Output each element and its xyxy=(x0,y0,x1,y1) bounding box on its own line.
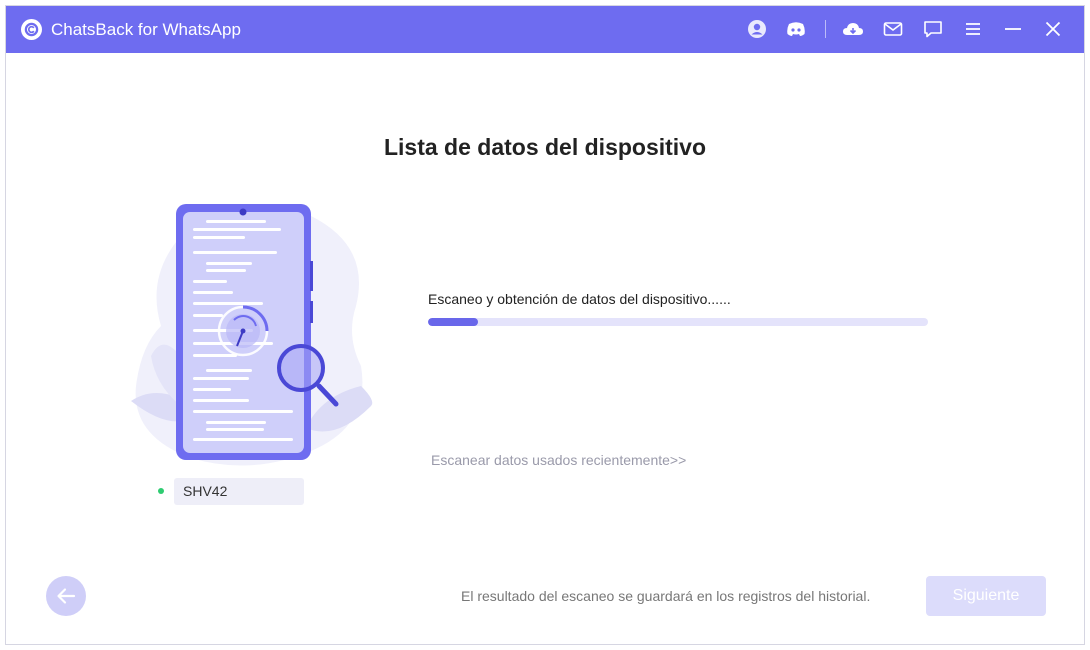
minimize-icon[interactable] xyxy=(1002,18,1024,40)
page-title: Lista de datos del dispositivo xyxy=(383,134,707,160)
online-status-dot xyxy=(158,488,164,494)
titlebar-divider xyxy=(825,20,826,38)
scan-history-note: El resultado del escaneo se guardará en … xyxy=(461,588,871,604)
close-icon[interactable] xyxy=(1042,18,1064,40)
cloud-icon[interactable] xyxy=(842,18,864,40)
next-button[interactable]: Siguiente xyxy=(926,576,1046,616)
scan-progress-fill xyxy=(428,318,478,326)
phone-scan-illustration xyxy=(131,204,373,466)
app-title: ChatsBack for WhatsApp xyxy=(51,20,241,39)
device-name-label: SHV42 xyxy=(174,478,304,505)
feedback-icon[interactable] xyxy=(922,18,944,40)
discord-icon[interactable] xyxy=(785,18,807,40)
mail-icon[interactable] xyxy=(882,18,904,40)
app-logo-icon xyxy=(21,19,42,40)
scan-recent-data-link[interactable]: Escanear datos usados recientemente>> xyxy=(431,452,686,468)
scan-progress-bar xyxy=(428,318,928,326)
title-bar: ChatsBack for WhatsApp xyxy=(6,6,1084,53)
back-button[interactable] xyxy=(46,576,86,616)
scan-status-text: Escaneo y obtención de datos del disposi… xyxy=(428,291,731,307)
app-window: ChatsBack for WhatsApp Lista de datos de… xyxy=(5,5,1085,645)
arrow-left-icon xyxy=(57,588,76,604)
account-icon[interactable] xyxy=(746,18,768,40)
menu-icon[interactable] xyxy=(962,18,984,40)
